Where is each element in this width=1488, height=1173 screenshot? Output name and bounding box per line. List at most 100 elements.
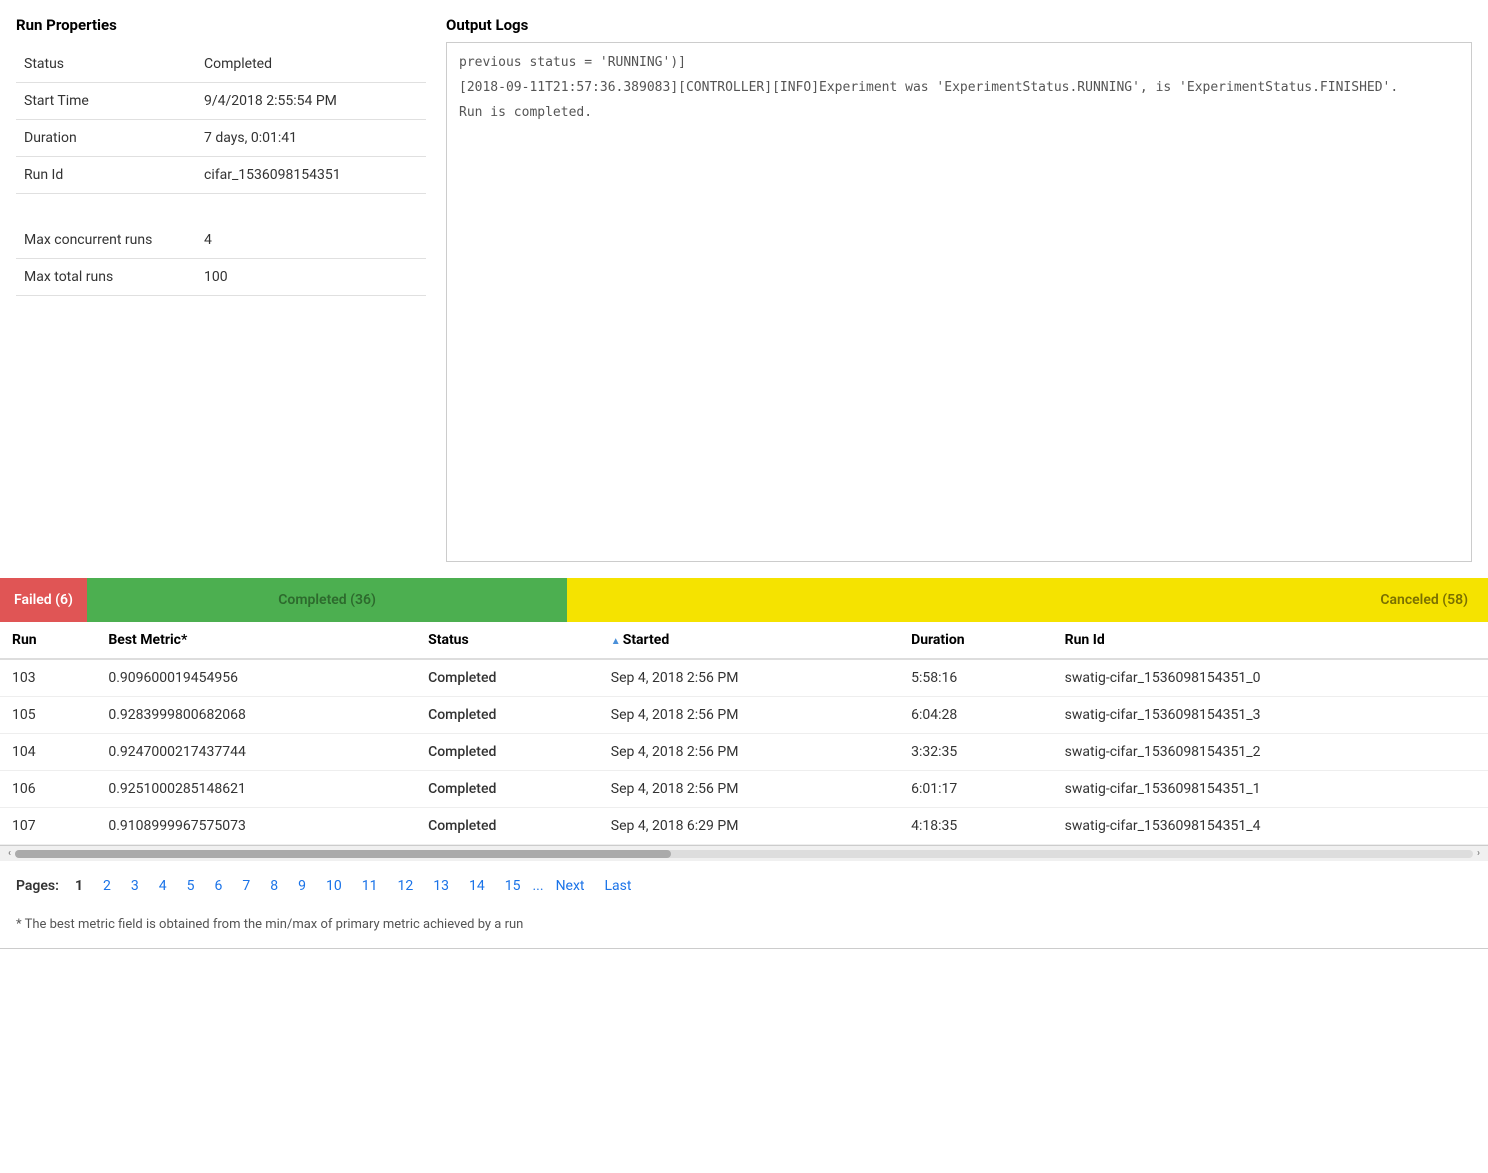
prop-label: Status <box>16 46 196 83</box>
pagination-page[interactable]: 10 <box>318 875 350 897</box>
table-row: 1040.9247000217437744CompletedSep 4, 201… <box>0 734 1488 771</box>
cell-started: Sep 4, 2018 2:56 PM <box>599 697 899 734</box>
pagination-page[interactable]: 12 <box>389 875 421 897</box>
cell-status: Completed <box>416 697 599 734</box>
output-logs-title: Output Logs <box>446 16 1472 34</box>
cell-duration: 6:01:17 <box>899 771 1053 808</box>
cell-runId: swatig-cifar_1536098154351_3 <box>1053 697 1488 734</box>
status-failed: Failed (6) <box>0 578 87 622</box>
cell-started: Sep 4, 2018 2:56 PM <box>599 771 899 808</box>
pagination-page[interactable]: 11 <box>354 875 386 897</box>
pagination-page[interactable]: 4 <box>151 875 175 897</box>
status-completed: Completed (36) <box>87 578 567 622</box>
cell-bestMetric: 0.909600019454956 <box>96 659 416 697</box>
footnote: * The best metric field is obtained from… <box>0 911 1488 944</box>
table-row: 1050.9283999800682068CompletedSep 4, 201… <box>0 697 1488 734</box>
prop-label: Start Time <box>16 83 196 120</box>
status-bar: Failed (6) Completed (36) Canceled (58) <box>0 578 1488 622</box>
table-row: 1030.909600019454956CompletedSep 4, 2018… <box>0 659 1488 697</box>
table-row: 1060.9251000285148621CompletedSep 4, 201… <box>0 771 1488 808</box>
table-header-started[interactable]: ▲Started <box>599 622 899 659</box>
cell-bestMetric: 0.9108999967575073 <box>96 808 416 845</box>
pagination-page[interactable]: 13 <box>425 875 457 897</box>
pages-label: Pages: <box>16 878 59 894</box>
table-row: 1070.9108999967575073CompletedSep 4, 201… <box>0 808 1488 845</box>
prop-value: Completed <box>196 46 426 83</box>
cell-duration: 3:32:35 <box>899 734 1053 771</box>
bottom-divider <box>0 948 1488 949</box>
runs-table: RunBest Metric*Status▲StartedDurationRun… <box>0 622 1488 845</box>
log-box[interactable]: previous status = 'RUNNING')] [2018-09-11… <box>446 42 1472 562</box>
run-properties-table: Status Completed Start Time 9/4/2018 2:5… <box>16 46 426 296</box>
pagination-page[interactable]: 15 <box>497 875 529 897</box>
pagination-current: 1 <box>67 875 91 897</box>
cell-bestMetric: 0.9247000217437744 <box>96 734 416 771</box>
log-line: [2018-09-11T21:57:36.389083][CONTROLLER]… <box>459 78 1459 99</box>
pagination-page[interactable]: 5 <box>179 875 203 897</box>
cell-started: Sep 4, 2018 2:56 PM <box>599 659 899 697</box>
pagination-page[interactable]: 14 <box>461 875 493 897</box>
cell-runId: swatig-cifar_1536098154351_4 <box>1053 808 1488 845</box>
cell-duration: 4:18:35 <box>899 808 1053 845</box>
pagination-page[interactable]: 2 <box>95 875 119 897</box>
cell-run: 103 <box>0 659 96 697</box>
pagination-page[interactable]: 6 <box>206 875 230 897</box>
scroll-thumb <box>15 850 671 858</box>
prop-label: Max concurrent runs <box>16 222 196 259</box>
output-logs-panel: Output Logs previous status = 'RUNNING')… <box>446 16 1472 562</box>
cell-status: Completed <box>416 659 599 697</box>
log-line: previous status = 'RUNNING')] <box>459 53 1459 74</box>
prop-label: Max total runs <box>16 259 196 296</box>
pagination-next[interactable]: Next <box>548 875 593 897</box>
prop-row: Duration 7 days, 0:01:41 <box>16 120 426 157</box>
status-canceled: Canceled (58) <box>567 578 1488 622</box>
table-header-duration: Duration <box>899 622 1053 659</box>
table-header-bestMetric: Best Metric* <box>96 622 416 659</box>
table-header-run: Run <box>0 622 96 659</box>
pagination-page[interactable]: 7 <box>234 875 258 897</box>
table-header-status: Status <box>416 622 599 659</box>
runs-table-container: RunBest Metric*Status▲StartedDurationRun… <box>0 622 1488 861</box>
pagination: Pages:123456789101112131415...NextLast <box>0 861 1488 911</box>
prop-value: 7 days, 0:01:41 <box>196 120 426 157</box>
cell-status: Completed <box>416 734 599 771</box>
cell-run: 106 <box>0 771 96 808</box>
prop-value: 4 <box>196 222 426 259</box>
pagination-last[interactable]: Last <box>597 875 640 897</box>
cell-bestMetric: 0.9283999800682068 <box>96 697 416 734</box>
prop-value: cifar_1536098154351 <box>196 157 426 194</box>
cell-status: Completed <box>416 771 599 808</box>
cell-started: Sep 4, 2018 2:56 PM <box>599 734 899 771</box>
scroll-left-icon[interactable]: ‹ <box>4 846 15 861</box>
prop-label: Run Id <box>16 157 196 194</box>
pagination-page[interactable]: 8 <box>262 875 286 897</box>
pagination-page[interactable]: 9 <box>290 875 314 897</box>
cell-status: Completed <box>416 808 599 845</box>
prop-value: 100 <box>196 259 426 296</box>
cell-runId: swatig-cifar_1536098154351_1 <box>1053 771 1488 808</box>
prop-row: Run Id cifar_1536098154351 <box>16 157 426 194</box>
sort-arrow-icon: ▲ <box>611 636 621 647</box>
table-header-runId: Run Id <box>1053 622 1488 659</box>
scroll-right-icon[interactable]: › <box>1473 846 1484 861</box>
prop-row: Max concurrent runs 4 <box>16 222 426 259</box>
prop-row: Status Completed <box>16 46 426 83</box>
prop-value: 9/4/2018 2:55:54 PM <box>196 83 426 120</box>
cell-duration: 6:04:28 <box>899 697 1053 734</box>
cell-runId: swatig-cifar_1536098154351_2 <box>1053 734 1488 771</box>
cell-run: 104 <box>0 734 96 771</box>
prop-row: Max total runs 100 <box>16 259 426 296</box>
scroll-track <box>15 850 1473 858</box>
prop-label: Duration <box>16 120 196 157</box>
cell-runId: swatig-cifar_1536098154351_0 <box>1053 659 1488 697</box>
cell-bestMetric: 0.9251000285148621 <box>96 771 416 808</box>
prop-row: Start Time 9/4/2018 2:55:54 PM <box>16 83 426 120</box>
run-properties-panel: Run Properties Status Completed Start Ti… <box>16 16 426 562</box>
horizontal-scrollbar[interactable]: ‹ › <box>0 845 1488 861</box>
log-line: Run is completed. <box>459 103 1459 124</box>
pagination-ellipsis: ... <box>532 878 543 894</box>
cell-run: 107 <box>0 808 96 845</box>
cell-duration: 5:58:16 <box>899 659 1053 697</box>
cell-started: Sep 4, 2018 6:29 PM <box>599 808 899 845</box>
pagination-page[interactable]: 3 <box>123 875 147 897</box>
